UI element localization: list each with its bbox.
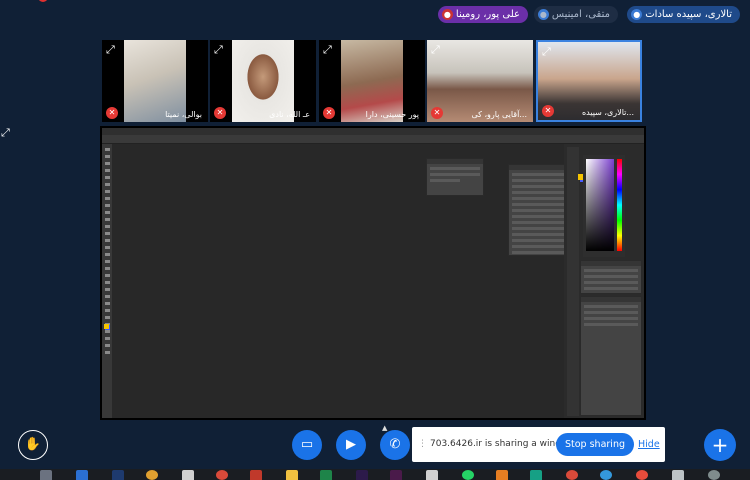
- screen-share-notification: ⋮ 703.6426.ir is sharing a window. Stop …: [412, 427, 665, 462]
- participant-tag-name: علی پور، رومینا: [455, 9, 520, 20]
- app-icon[interactable]: [250, 470, 262, 480]
- mic-off-icon: ●: [537, 9, 549, 20]
- participant-tag-name: تالاری، سپیده سادات: [645, 9, 732, 20]
- app-icon[interactable]: [708, 470, 720, 480]
- participant-tag[interactable]: ● تالاری، سپیده سادات: [627, 6, 740, 23]
- hand-icon: ✋: [24, 437, 42, 452]
- video-tile[interactable]: ⤢ ✕ عـ الله، نادی: [210, 40, 316, 122]
- search-icon[interactable]: [40, 470, 52, 480]
- app-toolbar: [102, 144, 112, 418]
- app-icon[interactable]: [672, 470, 684, 480]
- video-tile[interactable]: ⤢ ✕ بوالی، نمیتا: [102, 40, 208, 122]
- participant-tag[interactable]: ● متقی، امینیس: [533, 6, 618, 23]
- app-icon[interactable]: [182, 470, 194, 480]
- app-icon[interactable]: [426, 470, 438, 480]
- stop-sharing-button[interactable]: Stop sharing: [556, 433, 634, 456]
- video-tile[interactable]: ⤢ ✕ آقایی پارو، کی...: [427, 40, 533, 122]
- chrome-icon[interactable]: [566, 470, 578, 480]
- expand-icon[interactable]: ⤢: [431, 43, 440, 57]
- app-icon[interactable]: [76, 470, 88, 480]
- call-button[interactable]: ✆: [380, 430, 410, 460]
- character-panel: [508, 164, 572, 256]
- shared-screen: ▲: [100, 126, 646, 432]
- chrome-icon[interactable]: [216, 470, 228, 480]
- raise-hand-button[interactable]: ✋: [18, 430, 48, 460]
- tile-name: تالاری، سپیده...: [581, 108, 634, 117]
- premiere-icon[interactable]: [356, 470, 368, 480]
- app-icon[interactable]: [530, 470, 542, 480]
- app-canvas: ▲: [112, 144, 572, 432]
- video-tile-active[interactable]: ⤢ ✕ تالاری، سپیده...: [536, 40, 642, 122]
- app-icon[interactable]: [146, 470, 158, 480]
- app-icon[interactable]: [496, 470, 508, 480]
- recording-indicator: [38, 0, 48, 2]
- app-menu-bar: [102, 128, 644, 135]
- expand-icon[interactable]: ⤢: [214, 43, 223, 57]
- tile-name: پور حسینی، دارا: [365, 110, 419, 119]
- expand-icon[interactable]: ⤢: [542, 45, 551, 59]
- drag-handle-icon[interactable]: ⋮: [418, 439, 428, 449]
- monitor-icon: ▭: [300, 437, 314, 452]
- color-swatch-icon: [104, 324, 109, 329]
- mic-icon: ●: [631, 9, 643, 20]
- floating-panel: [426, 158, 484, 196]
- participant-tag[interactable]: ● علی پور، رومینا: [437, 6, 528, 23]
- tile-name: عـ الله، نادی: [269, 110, 310, 119]
- whatsapp-icon[interactable]: [462, 470, 474, 480]
- panel-strip: [567, 147, 579, 416]
- taskbar: [0, 469, 750, 480]
- app-icon[interactable]: [390, 470, 402, 480]
- expand-icon[interactable]: ⤢: [106, 43, 115, 57]
- expand-icon[interactable]: ⤢: [323, 43, 332, 57]
- mic-off-icon: ✕: [106, 107, 118, 119]
- add-button[interactable]: +: [704, 429, 736, 461]
- app-icon[interactable]: [636, 470, 648, 480]
- app-icon[interactable]: [600, 470, 612, 480]
- phone-icon: ✆: [389, 437, 401, 452]
- video-camera-icon: ▶: [346, 437, 356, 452]
- mic-off-icon: ●: [441, 9, 453, 20]
- mic-off-icon: ✕: [431, 107, 443, 119]
- participant-tag-name: متقی، امینیس: [551, 9, 610, 20]
- plus-icon: +: [711, 433, 729, 457]
- video-tile[interactable]: ⤢ ✕ پور حسینی، دارا: [319, 40, 425, 122]
- hide-link[interactable]: Hide: [638, 439, 660, 450]
- video-toggle-button[interactable]: ▶: [336, 430, 366, 460]
- color-picker: [583, 155, 625, 257]
- folder-icon[interactable]: [286, 470, 298, 480]
- app-options-bar: [102, 135, 644, 144]
- mic-off-icon: ✕: [542, 105, 554, 117]
- adjustments-panel: [580, 260, 642, 294]
- screen-share-button[interactable]: ▭: [292, 430, 322, 460]
- app-icon[interactable]: [112, 470, 124, 480]
- share-message: 703.6426.ir is sharing a window.: [430, 439, 576, 449]
- app-right-panels: [564, 144, 644, 418]
- mouse-cursor-icon: ▲: [382, 424, 388, 432]
- mic-off-icon: ✕: [214, 107, 226, 119]
- tile-name: آقایی پارو، کی...: [471, 110, 527, 119]
- layers-panel: [580, 296, 642, 416]
- expand-icon[interactable]: ⤢: [1, 126, 10, 140]
- excel-icon[interactable]: [320, 470, 332, 480]
- tile-name: بوالی، نمیتا: [165, 110, 202, 119]
- mic-off-icon: ✕: [323, 107, 335, 119]
